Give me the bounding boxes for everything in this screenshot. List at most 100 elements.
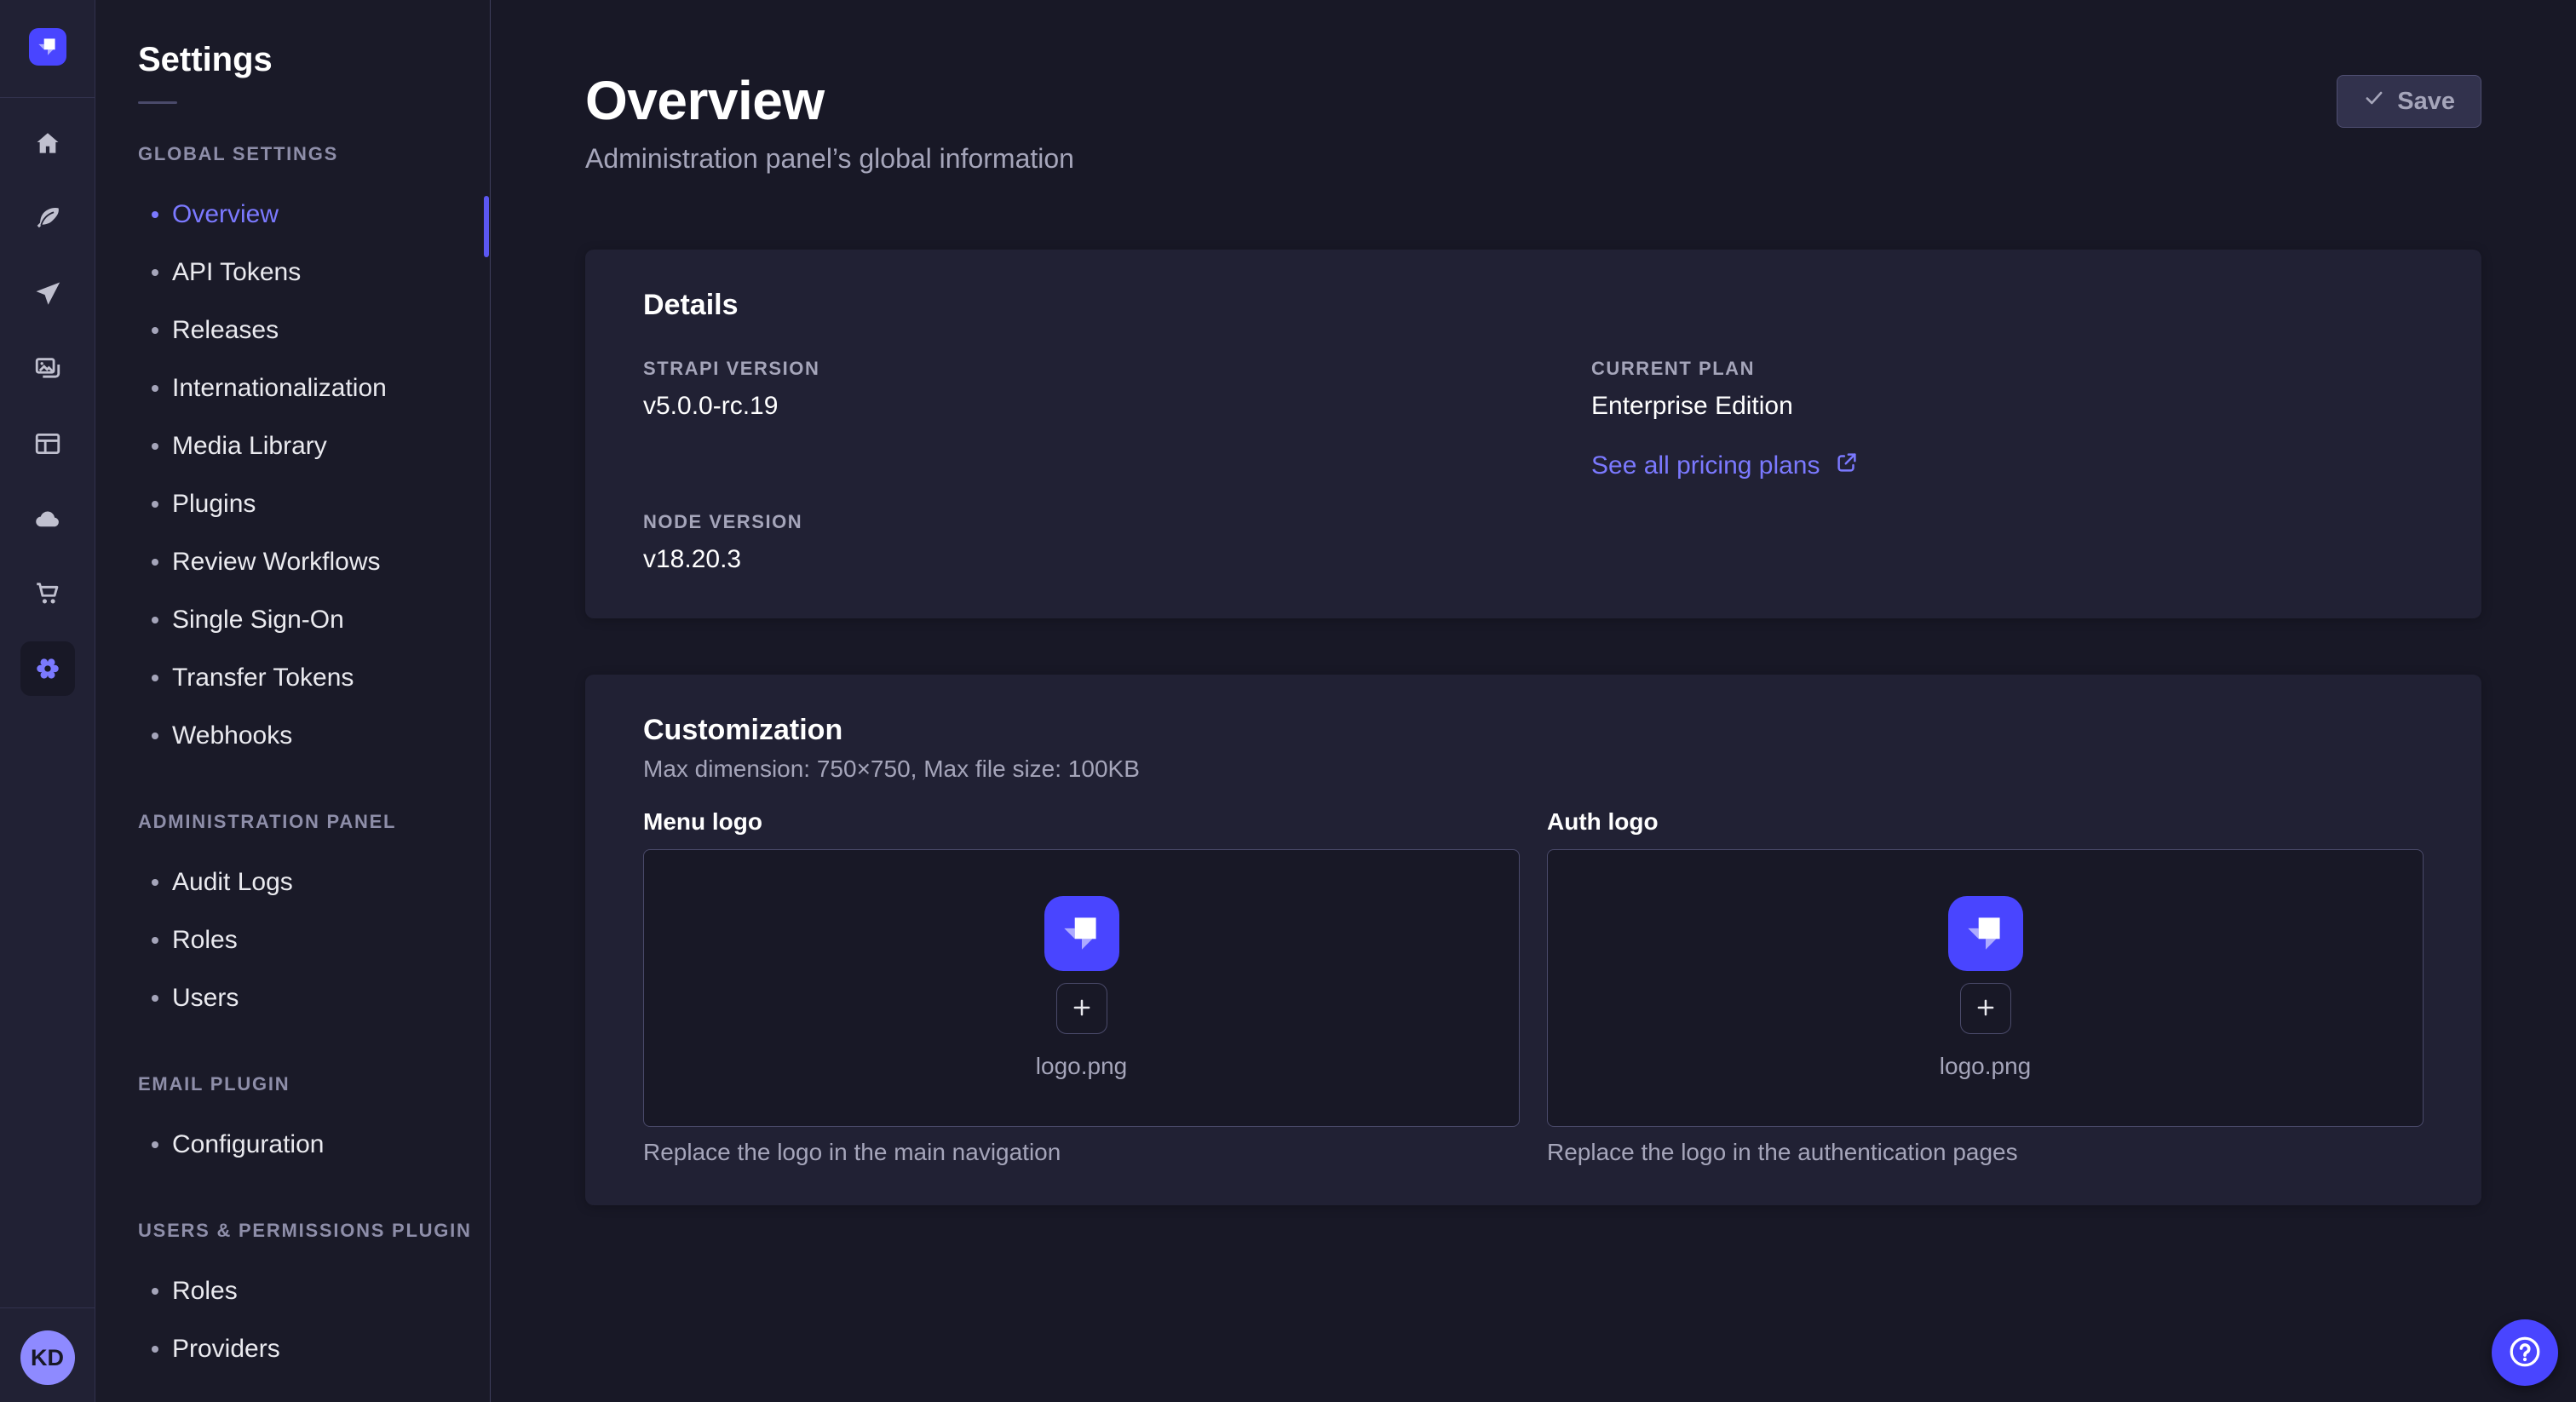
settings-subnav: Settings GLOBAL SETTINGS Overview API To…: [95, 0, 491, 1402]
details-heading: Details: [643, 289, 2424, 322]
question-mark-icon: [2506, 1333, 2544, 1373]
details-card: Details STRAPI VERSION v5.0.0-rc.19 NODE…: [585, 250, 2481, 618]
section-label: ADMINISTRATION PANEL: [138, 811, 490, 833]
save-button[interactable]: Save: [2337, 75, 2481, 128]
pricing-plans-link[interactable]: See all pricing plans: [1591, 450, 1860, 482]
section-label: GLOBAL SETTINGS: [138, 143, 490, 165]
check-icon: [2363, 87, 2385, 116]
gear-icon[interactable]: [20, 641, 75, 696]
home-icon[interactable]: [20, 117, 75, 171]
auth-logo-filename: logo.png: [1940, 1053, 2031, 1080]
sidebar-item-single-sign-on[interactable]: Single Sign-On: [138, 591, 490, 649]
page-subtitle: Administration panel’s global informatio…: [585, 143, 1074, 175]
rail-bottom: KD: [0, 1307, 95, 1402]
strapi-logo-icon: [35, 33, 60, 61]
section-administration-panel: ADMINISTRATION PANEL Audit Logs Roles Us…: [138, 811, 490, 1027]
auth-logo-field: Auth logo logo.png: [1547, 808, 2424, 1166]
current-plan-value: Enterprise Edition: [1591, 392, 2424, 421]
sidebar-item-review-workflows[interactable]: Review Workflows: [138, 533, 490, 591]
bullet-icon: [152, 1346, 158, 1353]
auth-logo-caption: Replace the logo in the authentication p…: [1547, 1139, 2424, 1166]
feather-icon[interactable]: [20, 192, 75, 246]
menu-logo-add-button[interactable]: [1056, 983, 1107, 1034]
details-left-column: STRAPI VERSION v5.0.0-rc.19 NODE VERSION…: [643, 358, 1475, 574]
sidebar-item-api-tokens[interactable]: API Tokens: [138, 244, 490, 302]
pricing-plans-link-label: See all pricing plans: [1591, 451, 1820, 480]
current-plan-label: CURRENT PLAN: [1591, 358, 2424, 380]
strapi-version-block: STRAPI VERSION v5.0.0-rc.19: [643, 358, 1475, 421]
sidebar-item-overview[interactable]: Overview: [138, 186, 490, 244]
bullet-icon: [152, 1141, 158, 1148]
bullet-icon: [152, 501, 158, 508]
sidebar-item-plugins[interactable]: Plugins: [138, 475, 490, 533]
strapi-logo-icon: [1057, 907, 1107, 961]
bullet-icon: [152, 1288, 158, 1295]
page-header-text: Overview Administration panel’s global i…: [585, 73, 1074, 175]
external-link-icon: [1834, 450, 1860, 482]
strapi-version-label: STRAPI VERSION: [643, 358, 1475, 380]
auth-logo-preview: [1948, 896, 2023, 971]
rail-divider: [0, 97, 95, 98]
rail-bottom-divider: [0, 1307, 95, 1308]
sidebar-item-releases[interactable]: Releases: [138, 302, 490, 359]
section-label: EMAIL PLUGIN: [138, 1073, 490, 1095]
bullet-icon: [152, 733, 158, 739]
sidebar-item-up-providers[interactable]: Providers: [138, 1320, 490, 1378]
node-version-label: NODE VERSION: [643, 511, 1475, 533]
sidebar-item-admin-roles[interactable]: Roles: [138, 911, 490, 969]
subnav-underline: [138, 101, 177, 104]
sidebar-item-transfer-tokens[interactable]: Transfer Tokens: [138, 649, 490, 707]
strapi-logo-button[interactable]: [29, 28, 66, 66]
bullet-icon: [152, 617, 158, 623]
auth-logo-add-button[interactable]: [1960, 983, 2011, 1034]
bullet-icon: [152, 327, 158, 334]
scrollbar-thumb[interactable]: [484, 196, 489, 257]
menu-logo-filename: logo.png: [1036, 1053, 1127, 1080]
plus-icon: [1069, 995, 1095, 1023]
customization-heading: Customization: [643, 714, 2424, 747]
section-users-permissions-plugin: USERS & PERMISSIONS PLUGIN Roles Provide…: [138, 1220, 490, 1378]
plus-icon: [1973, 995, 1998, 1023]
sidebar-item-up-roles[interactable]: Roles: [138, 1262, 490, 1320]
section-label: USERS & PERMISSIONS PLUGIN: [138, 1220, 490, 1242]
strapi-version-value: v5.0.0-rc.19: [643, 392, 1475, 421]
sidebar-item-media-library[interactable]: Media Library: [138, 417, 490, 475]
menu-logo-preview: [1044, 896, 1119, 971]
subnav-title: Settings: [138, 41, 490, 79]
sidebar-item-audit-logs[interactable]: Audit Logs: [138, 853, 490, 911]
main-nav-rail: KD: [0, 0, 95, 1402]
bullet-icon: [152, 211, 158, 218]
sidebar-item-email-configuration[interactable]: Configuration: [138, 1116, 490, 1174]
auth-logo-dropzone[interactable]: logo.png: [1547, 849, 2424, 1127]
user-avatar[interactable]: KD: [20, 1330, 75, 1385]
menu-logo-field: Menu logo logo.png: [643, 808, 1520, 1166]
customization-subheading: Max dimension: 750×750, Max file size: 1…: [643, 756, 2424, 783]
rail-nav: [20, 117, 75, 696]
sidebar-item-webhooks[interactable]: Webhooks: [138, 707, 490, 765]
page-title: Overview: [585, 73, 1074, 128]
images-icon[interactable]: [20, 342, 75, 396]
bullet-icon: [152, 675, 158, 681]
app-root: KD Settings GLOBAL SETTINGS Overview API…: [0, 0, 2576, 1402]
bullet-icon: [152, 269, 158, 276]
current-plan-block: CURRENT PLAN Enterprise Edition: [1591, 358, 2424, 421]
menu-logo-dropzone[interactable]: logo.png: [643, 849, 1520, 1127]
sidebar-item-internationalization[interactable]: Internationalization: [138, 359, 490, 417]
cloud-icon[interactable]: [20, 491, 75, 546]
bullet-icon: [152, 995, 158, 1002]
customization-card: Customization Max dimension: 750×750, Ma…: [585, 675, 2481, 1205]
help-button[interactable]: [2492, 1319, 2558, 1386]
main-content: Overview Administration panel’s global i…: [491, 0, 2576, 1402]
auth-logo-label: Auth logo: [1547, 808, 2424, 836]
bullet-icon: [152, 937, 158, 944]
layout-icon[interactable]: [20, 417, 75, 471]
sidebar-item-admin-users[interactable]: Users: [138, 969, 490, 1027]
node-version-value: v18.20.3: [643, 545, 1475, 574]
paper-plane-icon[interactable]: [20, 267, 75, 321]
shopping-cart-icon[interactable]: [20, 566, 75, 621]
bullet-icon: [152, 879, 158, 886]
save-button-label: Save: [2397, 88, 2455, 116]
details-grid: STRAPI VERSION v5.0.0-rc.19 NODE VERSION…: [643, 358, 2424, 574]
bullet-icon: [152, 559, 158, 566]
logo-grid: Menu logo logo.png: [643, 808, 2424, 1166]
